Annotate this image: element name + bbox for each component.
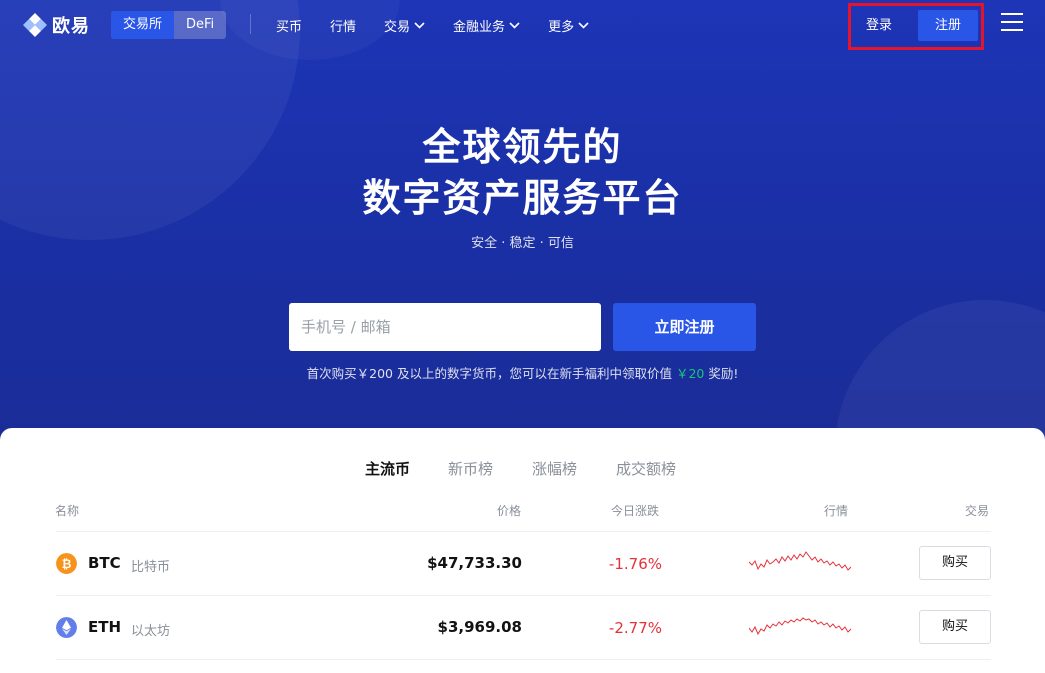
tab-new-coins[interactable]: 新币榜 bbox=[448, 458, 493, 479]
chevron-down-icon bbox=[578, 21, 589, 29]
menu-icon[interactable] bbox=[1001, 13, 1023, 35]
top-navbar: 欧易 交易所 DeFi 买币 行情 交易 金融业务 更多 登录 注册 bbox=[0, 0, 1045, 50]
hero-subtitle: 安全 · 稳定 · 可信 bbox=[471, 236, 574, 251]
market-tabs: 主流币 新币榜 涨幅榜 成交额榜 bbox=[0, 458, 1045, 480]
defi-tab[interactable]: DeFi bbox=[174, 11, 227, 39]
header-trade: 交易 bbox=[965, 504, 990, 518]
coin-price: $47,733.30 bbox=[427, 554, 522, 572]
price-sparkline bbox=[749, 617, 851, 636]
header-price: 价格 bbox=[497, 504, 522, 518]
logo-text: 欧易 bbox=[52, 16, 90, 37]
market-card: 主流币 新币榜 涨幅榜 成交额榜 名称 价格 今日涨跌 行情 交易 ₿ BTC … bbox=[0, 428, 1045, 673]
phone-email-input[interactable] bbox=[289, 303, 601, 351]
chevron-down-icon bbox=[509, 21, 520, 29]
tab-mainstream[interactable]: 主流币 bbox=[365, 458, 410, 479]
main-menu: 买币 行情 交易 金融业务 更多 bbox=[276, 0, 617, 50]
menu-label: 更多 bbox=[548, 19, 575, 35]
row-divider bbox=[56, 659, 991, 660]
row-divider bbox=[56, 595, 991, 596]
hero-section: 欧易 交易所 DeFi 买币 行情 交易 金融业务 更多 登录 注册 全球领先的… bbox=[0, 0, 1045, 460]
coin-change: -1.76% bbox=[608, 555, 662, 573]
buy-button[interactable]: 购买 bbox=[919, 610, 991, 644]
signup-now-button[interactable]: 立即注册 bbox=[613, 303, 756, 351]
coin-symbol: BTC bbox=[88, 554, 121, 572]
hero-title-line2: 数字资产服务平台 bbox=[362, 176, 683, 220]
svg-text:₿: ₿ bbox=[62, 557, 72, 571]
menu-finance[interactable]: 金融业务 bbox=[453, 16, 520, 35]
row-divider bbox=[56, 531, 991, 532]
logo[interactable]: 欧易 bbox=[22, 12, 90, 38]
coin-name: 比特币 bbox=[131, 560, 171, 575]
menu-label: 买币 bbox=[276, 19, 303, 35]
exchange-tab[interactable]: 交易所 bbox=[111, 11, 175, 39]
btc-icon: ₿ bbox=[56, 553, 77, 574]
tab-volume[interactable]: 成交额榜 bbox=[616, 458, 676, 479]
menu-more[interactable]: 更多 bbox=[548, 16, 589, 35]
coin-name: 以太坊 bbox=[131, 624, 171, 639]
menu-trade[interactable]: 交易 bbox=[384, 16, 425, 35]
promo-text: 首次购买￥200 及以上的数字货币，您可以在新手福利中领取价值 ￥20 奖励! bbox=[0, 363, 1045, 382]
promo-amount: ￥20 bbox=[675, 366, 705, 381]
tab-gainers[interactable]: 涨幅榜 bbox=[532, 458, 577, 479]
hero-title-line1: 全球领先的 bbox=[422, 125, 623, 169]
logo-icon bbox=[23, 13, 47, 37]
menu-label: 交易 bbox=[384, 19, 411, 35]
header-chart: 行情 bbox=[824, 504, 849, 518]
buy-button[interactable]: 购买 bbox=[919, 546, 991, 580]
login-link[interactable]: 登录 bbox=[866, 11, 896, 41]
coin-change: -2.77% bbox=[608, 619, 662, 637]
header-name: 名称 bbox=[55, 504, 80, 518]
chevron-down-icon bbox=[414, 21, 425, 29]
coin-symbol: ETH bbox=[88, 618, 122, 636]
menu-buy-crypto[interactable]: 买币 bbox=[276, 16, 302, 35]
menu-markets[interactable]: 行情 bbox=[330, 16, 356, 35]
price-sparkline bbox=[749, 551, 851, 571]
coin-price: $3,969.08 bbox=[437, 618, 522, 636]
menu-label: 金融业务 bbox=[453, 19, 506, 35]
platform-switch: 交易所 DeFi bbox=[111, 11, 227, 39]
register-button[interactable]: 注册 bbox=[918, 10, 978, 41]
menu-label: 行情 bbox=[330, 19, 357, 35]
nav-divider bbox=[250, 14, 251, 34]
promo-suffix: 奖励! bbox=[708, 366, 739, 381]
eth-icon bbox=[56, 617, 77, 638]
header-change: 今日涨跌 bbox=[611, 504, 660, 518]
promo-prefix: 首次购买￥200 及以上的数字货币，您可以在新手福利中领取价值 bbox=[306, 366, 672, 381]
